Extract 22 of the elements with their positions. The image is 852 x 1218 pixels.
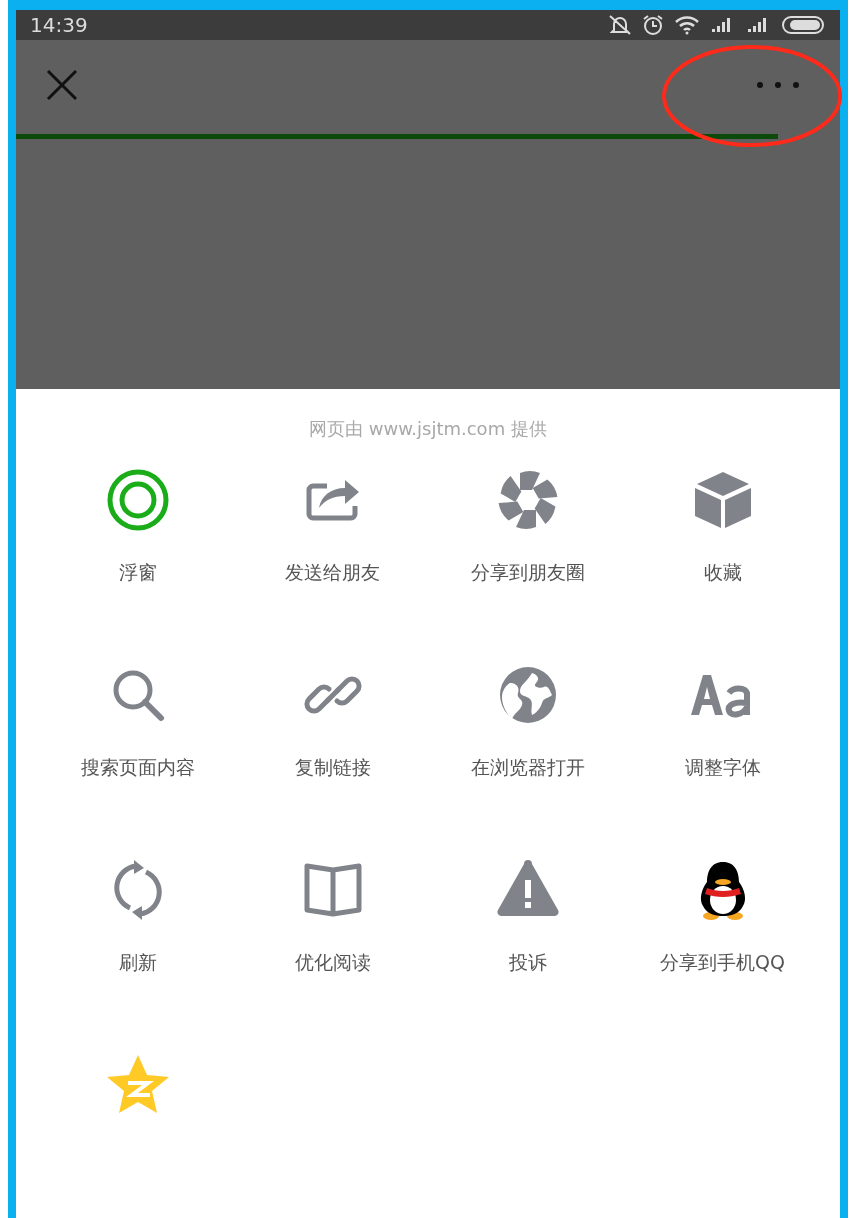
menu-item[interactable]: 优化阅读 (235, 858, 430, 1023)
menu-item[interactable]: 投诉 (430, 858, 625, 1023)
menu-item[interactable]: 搜索页面内容 (40, 663, 235, 828)
close-icon (46, 69, 78, 101)
clock-time: 14:39 (30, 12, 88, 39)
wifi-icon (674, 15, 700, 35)
menu-item[interactable]: 在浏览器打开 (430, 663, 625, 828)
more-icon (757, 82, 799, 88)
alarm-icon (642, 14, 664, 36)
menu-item[interactable]: 调整字体 (625, 663, 820, 828)
menu-item[interactable]: 浮窗 (40, 468, 235, 633)
battery-icon (782, 15, 826, 35)
menu-item[interactable]: 发送给朋友 (235, 468, 430, 633)
close-button[interactable] (44, 67, 80, 103)
menu-item[interactable]: 复制链接 (235, 663, 430, 828)
menu-item[interactable]: 分享到手机QQ (625, 858, 820, 1023)
rings-icon (105, 468, 170, 532)
menu-item[interactable]: 刷新 (40, 858, 235, 1023)
source-note: 网页由 www.jsjtm.com 提供 (308, 417, 548, 441)
bell-off-icon (608, 14, 632, 36)
menu-item[interactable]: 分享到朋友圈 (430, 468, 625, 633)
menu-item[interactable]: 收藏 (625, 468, 820, 633)
